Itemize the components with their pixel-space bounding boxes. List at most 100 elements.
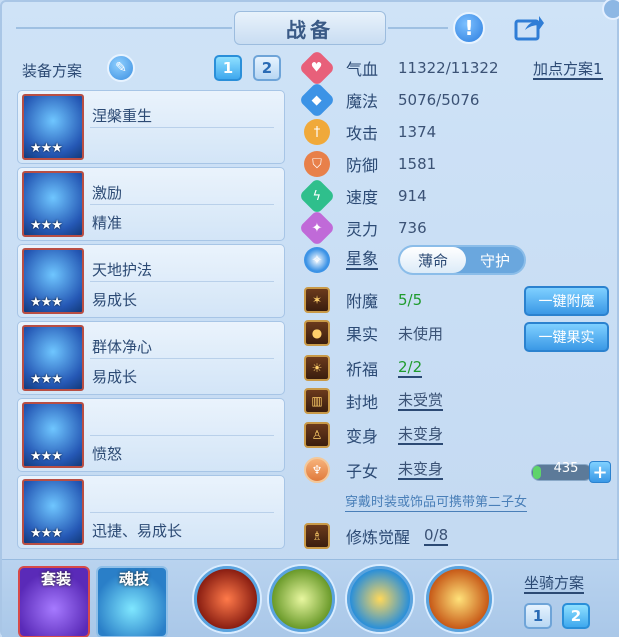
star-rating: ★★★ [30, 526, 63, 541]
fruit-icon: ● [304, 320, 330, 346]
stat-value: 1374 [398, 123, 437, 141]
equipment-slot-weapon[interactable]: ★★★ 涅槃重生 [17, 90, 285, 164]
soul-skill-slot[interactable]: 魂技 [96, 566, 168, 637]
stat-value: 1581 [398, 155, 437, 173]
transform-row: ♙ 变身 未变身 [304, 421, 444, 449]
stat-defense: ⛉ 防御 1581 [304, 150, 436, 178]
cultivation-row: ♗ 修炼觉醒 0/8 [304, 522, 449, 550]
beast-skill-icon[interactable] [194, 566, 260, 632]
transform-icon: ♙ [304, 422, 330, 448]
soul-skill-label: 魂技 [118, 570, 149, 588]
row-value: 5/5 [398, 291, 423, 309]
armor-icon: ★★★ [22, 248, 84, 314]
row-value[interactable]: 未变身 [398, 460, 444, 480]
blessing-row: ☀ 祈福 2/2 [304, 354, 423, 382]
second-child-hint[interactable]: 穿戴时装或饰品可携带第二子女 [345, 495, 528, 512]
child-points: 435 + [531, 461, 611, 483]
speed-icon: ϟ [298, 177, 336, 215]
star-rating: ★★★ [30, 141, 63, 156]
divider [90, 281, 274, 282]
sword-icon: † [304, 119, 330, 145]
stat-hp: ♥ 气血 11322/11322 [298, 49, 499, 87]
title-banner: 战备 [234, 11, 386, 45]
corner-decoration-icon [602, 0, 619, 20]
cultivation-icon: ♗ [304, 523, 330, 549]
stat-label: 速度 [346, 188, 379, 207]
mana-icon: ◆ [298, 81, 336, 119]
stat-value: 5076/5076 [398, 91, 480, 109]
stat-label: 攻击 [346, 124, 379, 143]
divider [90, 358, 274, 359]
fief-icon: ▥ [304, 388, 330, 414]
star-rating: ★★★ [30, 449, 63, 464]
stat-label: 气血 [346, 60, 379, 79]
stat-attack: † 攻击 1374 [304, 118, 436, 146]
title-divider-left [16, 27, 232, 29]
suit-slot[interactable]: 套装 [18, 566, 90, 637]
equipment-trait: 精准 [92, 214, 123, 232]
divider [90, 435, 274, 436]
equipment-effect: 群体净心 [92, 338, 153, 356]
star-rating: ★★★ [30, 372, 63, 387]
shield-icon: ⛉ [304, 151, 330, 177]
info-icon[interactable]: ! [453, 12, 485, 44]
equipment-slot-belt[interactable]: ★★★ 愤怒 [17, 398, 285, 472]
fire-skill-icon[interactable] [426, 566, 492, 632]
star-sign-option-active[interactable]: 薄命 [400, 247, 466, 273]
stat-spirit: ✦ 灵力 736 [298, 209, 427, 247]
row-label: 祈福 [346, 360, 379, 379]
star-sign-option[interactable]: 守护 [466, 250, 524, 271]
mount-plan-2-button[interactable]: 2 [562, 603, 590, 629]
share-icon[interactable] [513, 12, 545, 44]
equipment-trait: 愤怒 [92, 445, 123, 463]
stat-value: 736 [398, 219, 427, 237]
row-value[interactable]: 0/8 [424, 526, 449, 546]
stat-speed: ϟ 速度 914 [298, 177, 427, 215]
child-points-value: 435 [553, 461, 579, 476]
equip-plan-2-button[interactable]: 2 [253, 55, 281, 81]
weapon-icon: ★★★ [22, 94, 84, 160]
stat-label: 魔法 [346, 92, 379, 111]
nature-skill-icon[interactable] [269, 566, 335, 632]
helmet-icon: ★★★ [22, 171, 84, 237]
one-click-enchant-button[interactable]: 一键附魔 [524, 286, 609, 316]
add-points-button[interactable]: + [589, 461, 611, 483]
fruit-row: ● 果实 未使用 [304, 319, 443, 347]
row-label: 子女 [346, 462, 379, 481]
row-value[interactable]: 2/2 [398, 358, 423, 378]
equipment-slot-necklace[interactable]: ★★★ 群体净心 易成长 [17, 321, 285, 395]
star-sign-label[interactable]: 星象 [346, 250, 379, 270]
suit-label: 套装 [40, 570, 71, 588]
star-sign-toggle[interactable]: 薄命 守护 [398, 245, 526, 275]
mount-plan-1-button[interactable]: 1 [524, 603, 552, 629]
stat-label: 防御 [346, 156, 379, 175]
mount-plan-label[interactable]: 坐骑方案 [524, 574, 585, 594]
equipment-slot-boots[interactable]: ★★★ 迅捷、易成长 [17, 475, 285, 549]
row-value[interactable]: 未受赏 [398, 391, 444, 411]
equipment-trait: 易成长 [92, 291, 138, 309]
divider [90, 204, 274, 205]
attr-plan-link[interactable]: 加点方案1 [533, 60, 603, 80]
row-label: 变身 [346, 427, 379, 446]
star-sign-row: ✧ 星象 [304, 246, 379, 274]
belt-icon: ★★★ [22, 402, 84, 468]
stat-value: 11322/11322 [398, 59, 499, 77]
necklace-icon: ★★★ [22, 325, 84, 391]
stat-label: 灵力 [346, 220, 379, 239]
equipment-slot-armor[interactable]: ★★★ 天地护法 易成长 [17, 244, 285, 318]
equipment-trait: 迅捷、易成长 [92, 522, 183, 540]
rainbow-skill-icon[interactable] [347, 566, 413, 632]
stat-mp: ◆ 魔法 5076/5076 [298, 81, 480, 119]
bottom-bar: 套装 魂技 坐骑方案 1 2 [2, 559, 619, 637]
row-value: 未使用 [398, 324, 444, 343]
fief-row: ▥ 封地 未受赏 [304, 387, 444, 415]
row-label: 附魔 [346, 292, 379, 311]
divider [90, 512, 274, 513]
equipment-effect: 涅槃重生 [92, 107, 153, 125]
one-click-fruit-button[interactable]: 一键果实 [524, 322, 609, 352]
row-value[interactable]: 未变身 [398, 425, 444, 445]
edit-pencil-icon[interactable]: ✎ [107, 54, 135, 82]
heart-icon: ♥ [298, 49, 336, 87]
equip-plan-1-button[interactable]: 1 [214, 55, 242, 81]
equipment-slot-helmet[interactable]: ★★★ 激励 精准 [17, 167, 285, 241]
